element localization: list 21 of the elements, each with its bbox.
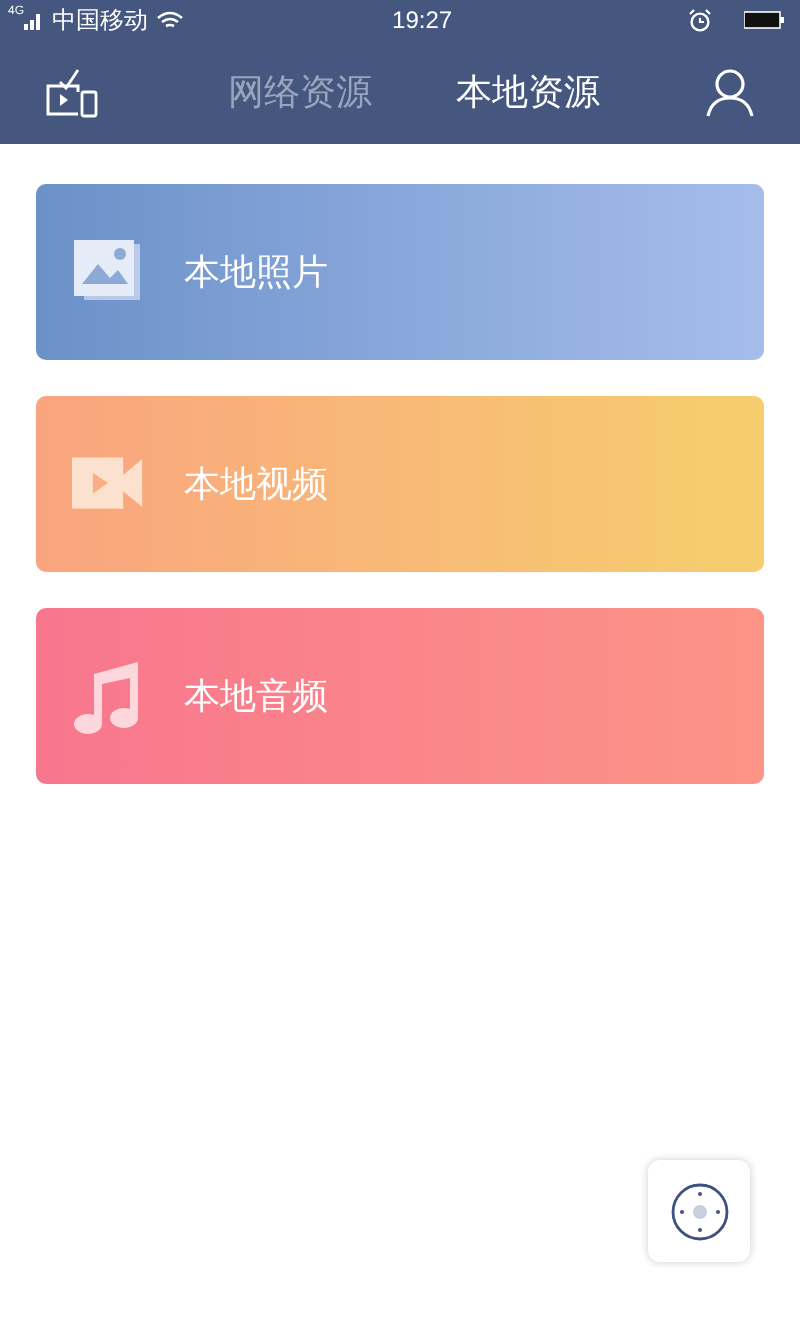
wifi-icon [156,10,185,30]
category-card[interactable]: 本地音频 [36,608,764,784]
video-camera-icon [72,456,144,512]
category-card[interactable]: 本地照片 [36,184,764,360]
battery-icon [744,10,784,30]
card-label: 本地音频 [184,673,328,719]
card-label: 本地视频 [184,461,328,507]
user-icon[interactable] [704,66,756,118]
carrier-label: 中国移动 [52,4,149,38]
time-label: 19:27 [392,4,453,38]
tab[interactable]: 网络资源 [228,65,372,119]
tab[interactable]: 本地资源 [456,65,600,119]
card-label: 本地照片 [184,249,328,295]
music-note-icon [74,658,142,734]
alarm-icon [688,8,712,32]
category-card[interactable]: 本地视频 [36,396,764,572]
remote-dpad-icon [669,1181,729,1241]
signal-icon [24,10,45,30]
image-icon [72,240,144,304]
remote-control-button[interactable] [648,1160,750,1262]
cast-screen-icon[interactable] [44,64,100,120]
